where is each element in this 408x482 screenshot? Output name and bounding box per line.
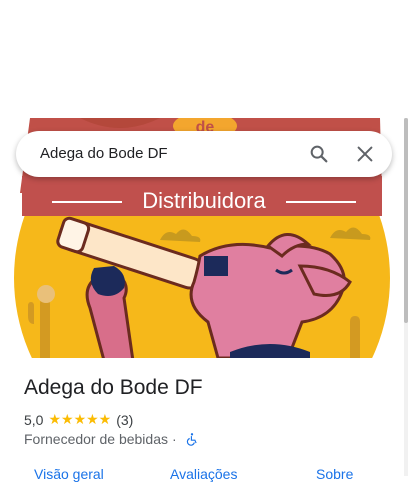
tab-overview[interactable]: Visão geral (34, 466, 104, 482)
place-tabs: Visão geral Avaliações Sobre (24, 466, 408, 482)
top-blank-area (0, 0, 408, 118)
category-row: Fornecedor de bebidas · (24, 431, 199, 447)
wheelchair-accessible-icon (186, 433, 197, 446)
search-input[interactable]: Adega do Bode DF (40, 145, 168, 162)
place-category[interactable]: Fornecedor de bebidas (24, 431, 168, 447)
rating-value: 5,0 (24, 411, 44, 428)
tab-about[interactable]: Sobre (316, 466, 353, 482)
category-separator: · (172, 431, 177, 447)
scrollbar-thumb[interactable] (404, 118, 408, 323)
scrollbar[interactable] (404, 118, 408, 476)
search-box[interactable]: Adega do Bode DF (16, 131, 392, 177)
review-count-link[interactable]: (3) (116, 412, 133, 428)
close-icon[interactable] (354, 143, 376, 165)
tab-reviews[interactable]: Avaliações (170, 466, 237, 482)
search-icon[interactable] (308, 143, 330, 165)
hero-banner-text: Distribuidora (142, 188, 266, 213)
place-title: Adega do Bode DF (24, 376, 203, 399)
rating-row: 5,0 ★★★★★ (3) (24, 411, 133, 428)
rating-stars-icon: ★★★★★ (48, 411, 112, 427)
